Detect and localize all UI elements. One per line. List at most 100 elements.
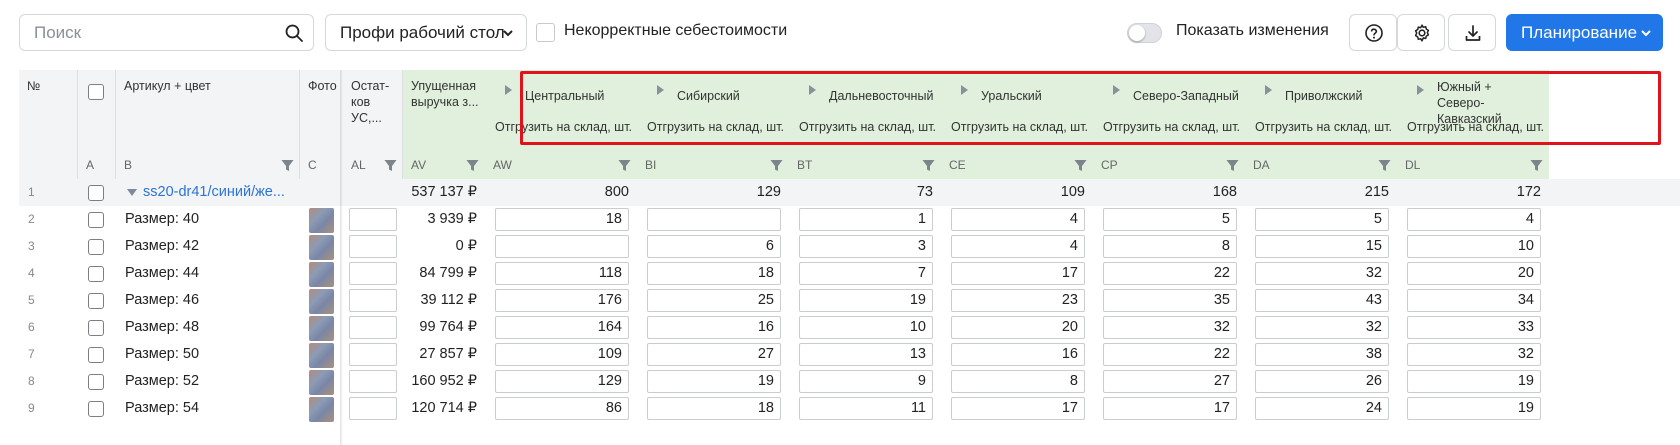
ship-qty-input[interactable]: 25	[647, 289, 781, 312]
ship-qty-input[interactable]: 11	[799, 397, 933, 420]
ship-qty-input[interactable]: 86	[495, 397, 629, 420]
table-row[interactable]: 6 Размер: 48 99 764 ₽ 164 16 10 20 32 32 33	[19, 314, 1680, 341]
ship-qty-input[interactable]: 22	[1103, 262, 1237, 285]
ship-qty-input[interactable]: 5	[1255, 208, 1389, 231]
row-checkbox[interactable]	[88, 347, 104, 363]
ship-qty-input[interactable]: 6	[647, 235, 781, 258]
table-row[interactable]: 2 Размер: 40 3 939 ₽18 1 4 5 5 4	[19, 206, 1680, 233]
expand-arrow-icon[interactable]	[1417, 85, 1424, 95]
ship-qty-input[interactable]: 26	[1255, 370, 1389, 393]
row-checkbox[interactable]	[88, 401, 104, 417]
ship-qty-input[interactable]: 17	[951, 397, 1085, 420]
row-checkbox[interactable]	[88, 212, 104, 228]
ship-qty-input[interactable]: 3	[799, 235, 933, 258]
ship-qty-input[interactable]: 9	[799, 370, 933, 393]
ship-qty-input[interactable]: 34	[1407, 289, 1541, 312]
expand-arrow-icon[interactable]	[961, 85, 968, 95]
ship-qty-input[interactable]: 13	[799, 343, 933, 366]
search-input[interactable]	[20, 15, 270, 50]
ship-qty-input[interactable]: 32	[1255, 316, 1389, 339]
download-button[interactable]	[1448, 14, 1496, 51]
stock-input[interactable]	[349, 397, 397, 420]
stock-input[interactable]	[349, 316, 397, 339]
incorrect-costs-checkbox[interactable]	[536, 23, 555, 42]
expand-arrow-icon[interactable]	[809, 85, 816, 95]
ship-qty-input[interactable]: 16	[647, 316, 781, 339]
filter-icon[interactable]	[1074, 159, 1087, 172]
expand-arrow-icon[interactable]	[657, 85, 664, 95]
ship-qty-input[interactable]: 32	[1407, 343, 1541, 366]
col-header-stock[interactable]: Остат-ков УС,... AL	[343, 70, 403, 179]
ship-qty-input[interactable]: 35	[1103, 289, 1237, 312]
workspace-dropdown[interactable]: Профи рабочий стол	[325, 14, 527, 51]
ship-qty-input[interactable]: 109	[495, 343, 629, 366]
row-checkbox[interactable]	[88, 185, 104, 201]
search-box[interactable]	[19, 14, 314, 51]
group-toggle[interactable]: ss20-dr41/синий/же...	[127, 179, 299, 206]
ship-qty-input[interactable]	[495, 235, 629, 258]
ship-qty-input[interactable]: 8	[951, 370, 1085, 393]
col-header-revenue[interactable]: Упущенная выручка з... AV	[403, 70, 485, 179]
ship-qty-input[interactable]: 38	[1255, 343, 1389, 366]
show-changes-toggle[interactable]	[1127, 23, 1162, 43]
region-header[interactable]: Сибирский Отгрузить на склад, шт. BI	[637, 70, 789, 179]
table-row[interactable]: 9 Размер: 54 120 714 ₽ 86 18 11 17 17 24 19	[19, 395, 1680, 422]
stock-input[interactable]	[349, 235, 397, 258]
ship-qty-input[interactable]: 43	[1255, 289, 1389, 312]
filter-icon[interactable]	[1378, 159, 1391, 172]
ship-qty-input[interactable]: 19	[1407, 397, 1541, 420]
ship-qty-input[interactable]: 15	[1255, 235, 1389, 258]
ship-qty-input[interactable]: 19	[799, 289, 933, 312]
ship-qty-input[interactable]: 10	[1407, 235, 1541, 258]
product-photo[interactable]	[309, 343, 334, 368]
region-header[interactable]: Уральский Отгрузить на склад, шт. CE	[941, 70, 1093, 179]
ship-qty-input[interactable]: 8	[1103, 235, 1237, 258]
stock-input[interactable]	[349, 262, 397, 285]
row-checkbox[interactable]	[88, 266, 104, 282]
ship-qty-input[interactable]: 4	[1407, 208, 1541, 231]
filter-icon[interactable]	[1530, 159, 1543, 172]
filter-icon[interactable]	[281, 159, 294, 172]
filter-icon[interactable]	[770, 159, 783, 172]
ship-qty-input[interactable]: 17	[1103, 397, 1237, 420]
region-header[interactable]: Приволжский Отгрузить на склад, шт. DA	[1245, 70, 1397, 179]
ship-qty-input[interactable]: 1	[799, 208, 933, 231]
product-photo[interactable]	[309, 208, 334, 233]
ship-qty-input[interactable]: 176	[495, 289, 629, 312]
ship-qty-input[interactable]: 164	[495, 316, 629, 339]
table-row[interactable]: 7 Размер: 50 27 857 ₽ 109 27 13 16 22 38 32	[19, 341, 1680, 368]
ship-qty-input[interactable]: 16	[951, 343, 1085, 366]
stock-input[interactable]	[349, 289, 397, 312]
ship-qty-input[interactable]: 24	[1255, 397, 1389, 420]
filter-icon[interactable]	[1226, 159, 1239, 172]
product-photo[interactable]	[309, 316, 334, 341]
ship-qty-input[interactable]: 129	[495, 370, 629, 393]
region-header[interactable]: Северо-Западный Отгрузить на склад, шт. CP	[1093, 70, 1245, 179]
ship-qty-input[interactable]: 20	[951, 316, 1085, 339]
ship-qty-input[interactable]: 18	[495, 208, 629, 231]
group-row[interactable]: 1 ss20-dr41/синий/же... 537 137 ₽ 800 129 73 1…	[19, 179, 1680, 206]
product-photo[interactable]	[309, 262, 334, 287]
region-header[interactable]: Центральный Отгрузить на склад, шт. AW	[485, 70, 637, 179]
ship-qty-input[interactable]: 27	[1103, 370, 1237, 393]
region-header[interactable]: Южный + Северо-Кавказский Отгрузить на ск…	[1397, 70, 1549, 179]
help-button[interactable]	[1349, 14, 1397, 51]
col-header-article[interactable]: Артикул + цвет B	[116, 70, 300, 179]
filter-icon[interactable]	[922, 159, 935, 172]
row-checkbox[interactable]	[88, 293, 104, 309]
product-photo[interactable]	[309, 370, 334, 395]
article-link[interactable]: ss20-dr41/синий/же...	[143, 184, 285, 200]
ship-qty-input[interactable]: 10	[799, 316, 933, 339]
ship-qty-input[interactable]: 32	[1103, 316, 1237, 339]
filter-icon[interactable]	[384, 159, 397, 172]
ship-qty-input[interactable]: 32	[1255, 262, 1389, 285]
table-row[interactable]: 3 Размер: 42 0 ₽6 3 4 8 15 10	[19, 233, 1680, 260]
ship-qty-input[interactable]	[647, 208, 781, 231]
filter-icon[interactable]	[466, 159, 479, 172]
ship-qty-input[interactable]: 18	[647, 397, 781, 420]
ship-qty-input[interactable]: 118	[495, 262, 629, 285]
ship-qty-input[interactable]: 7	[799, 262, 933, 285]
ship-qty-input[interactable]: 23	[951, 289, 1085, 312]
ship-qty-input[interactable]: 22	[1103, 343, 1237, 366]
product-photo[interactable]	[309, 235, 334, 260]
